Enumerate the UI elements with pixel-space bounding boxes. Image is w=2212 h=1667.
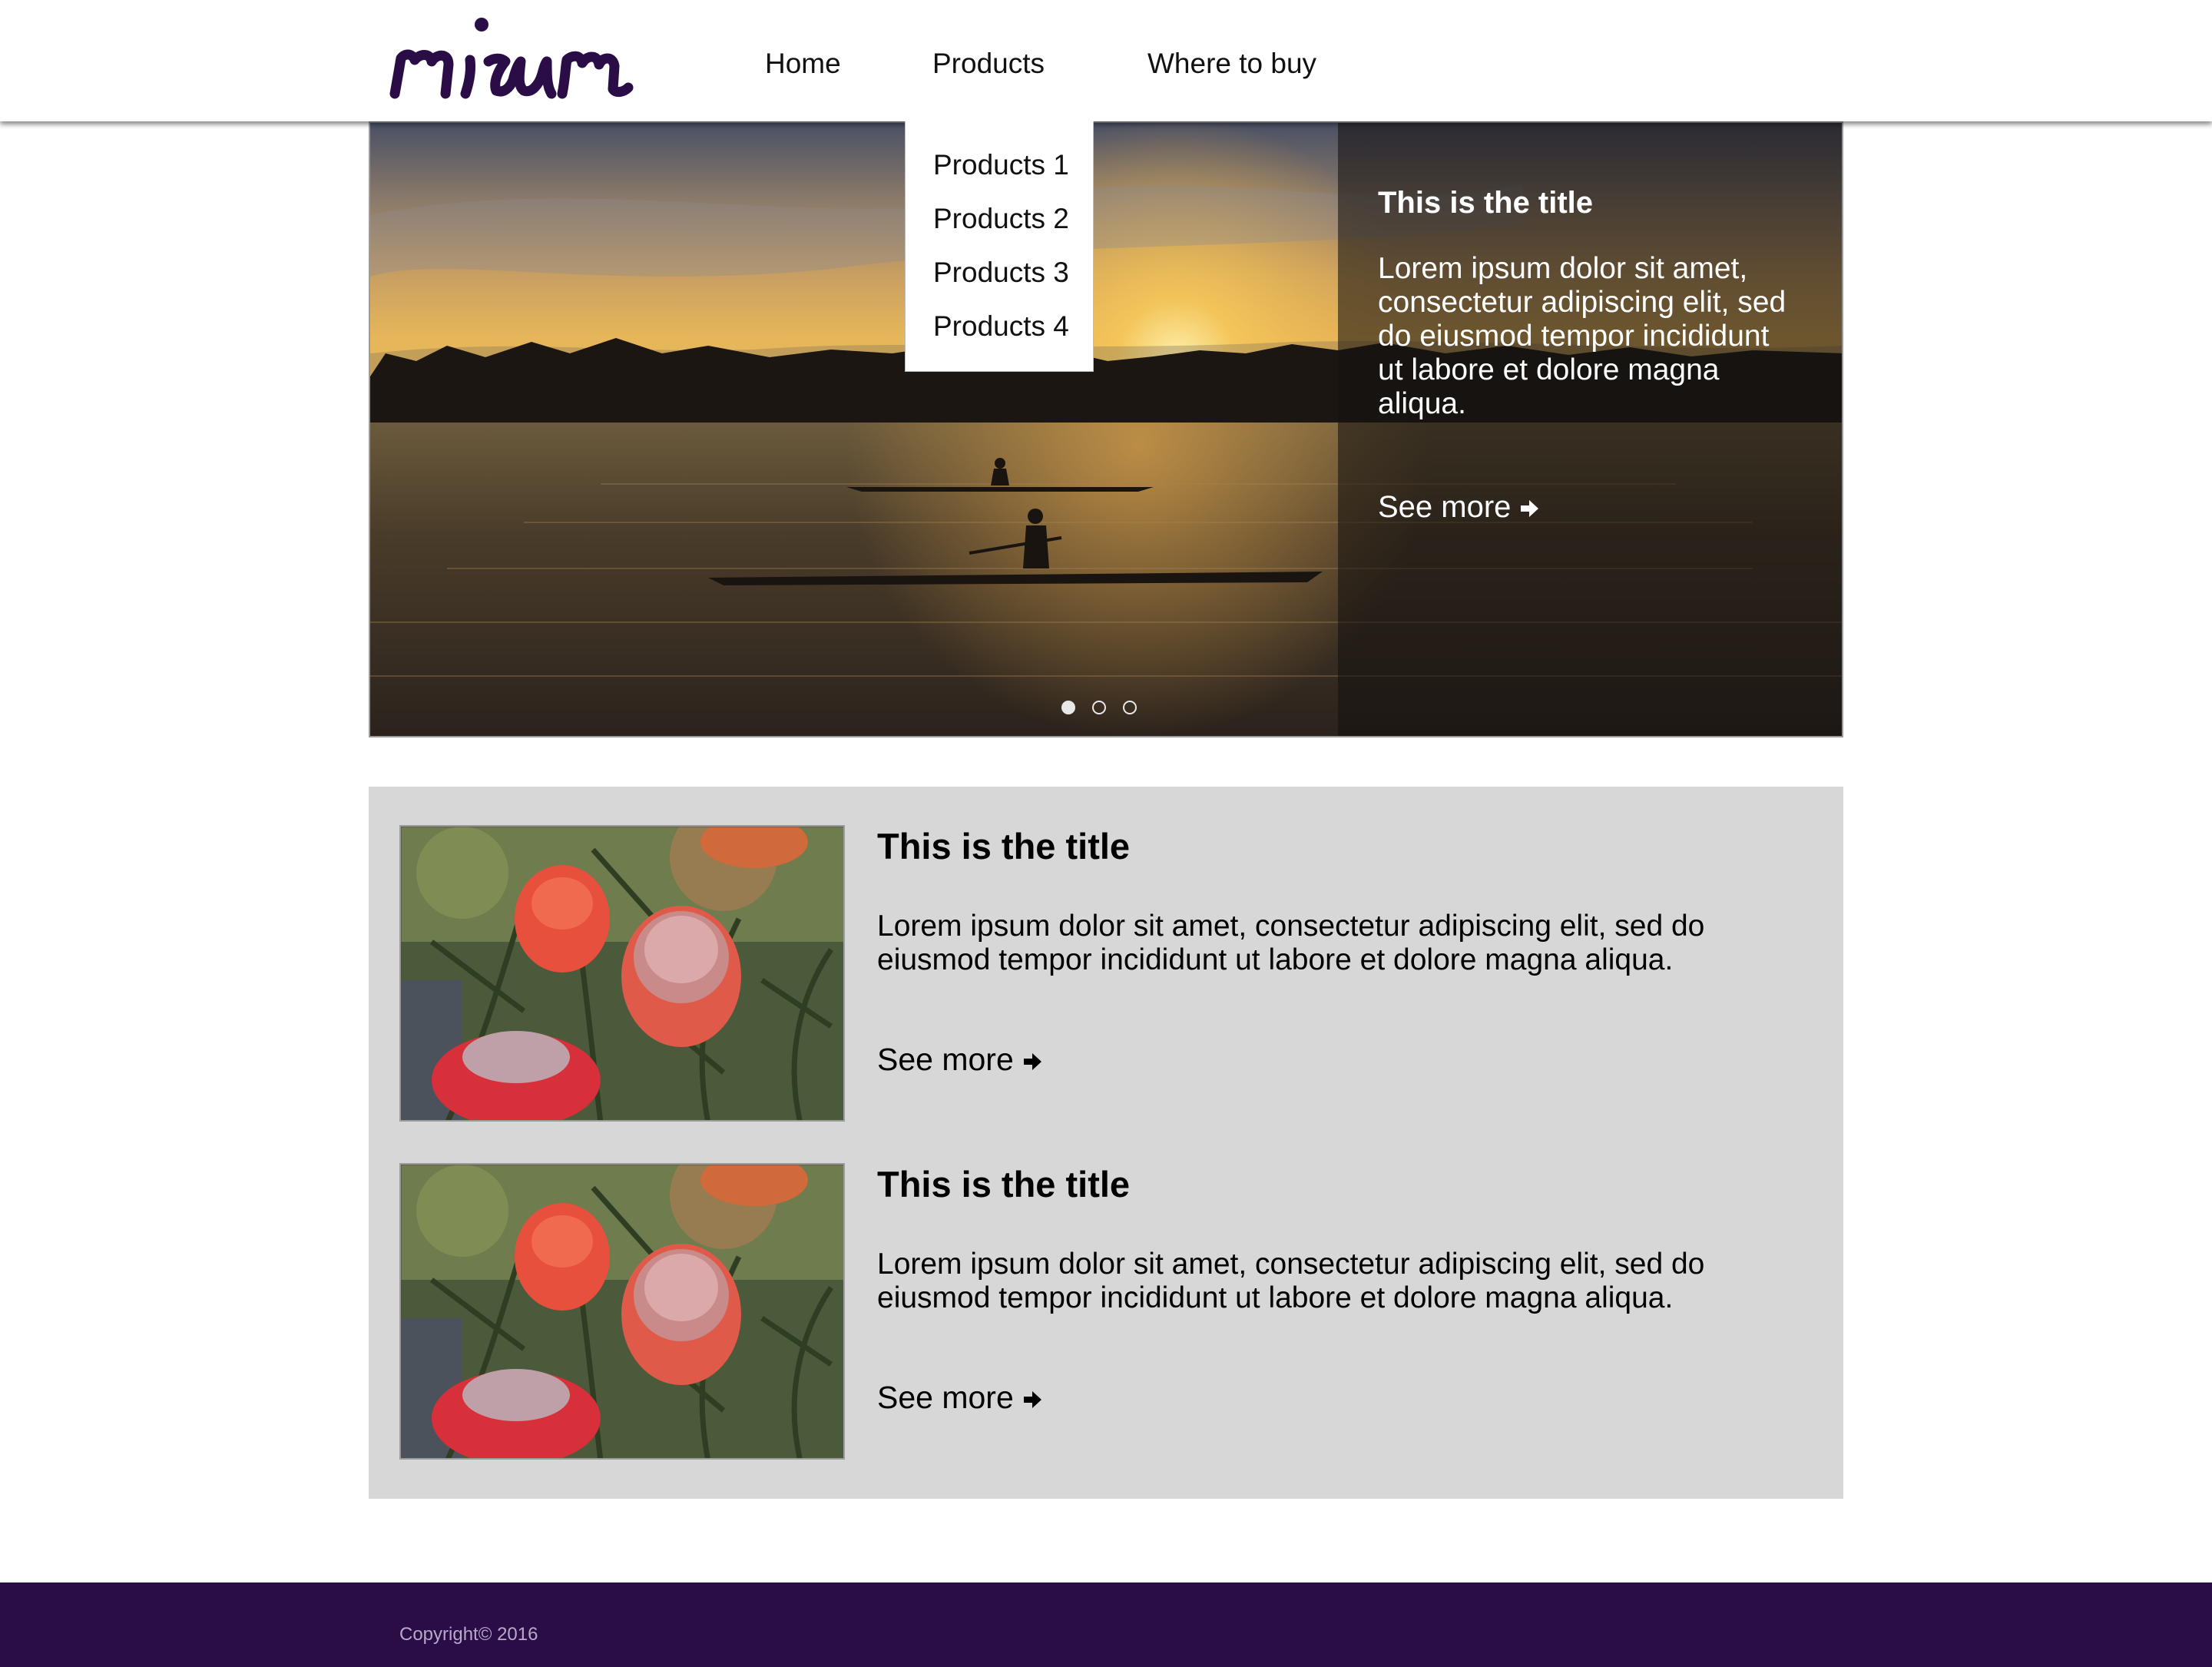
site-header: Home Products Where to buy <box>0 0 2212 121</box>
hero-see-more-label: See more <box>1378 490 1512 524</box>
hero-body-text: Lorem ipsum dolor sit amet, consectetur … <box>1378 252 1786 420</box>
protea-flower-image <box>401 1165 843 1458</box>
card-see-more-label: See more <box>877 1042 1014 1077</box>
arrow-right-icon <box>1023 1391 1041 1409</box>
content-card: This is the title Lorem ipsum dolor sit … <box>399 825 1813 1122</box>
products-dropdown-menu: Products 1 Products 2 Products 3 Product… <box>905 121 1094 372</box>
card-see-more-label: See more <box>877 1380 1014 1415</box>
card-title: This is the title <box>877 826 1131 867</box>
site-footer: Copyright© 2016 <box>0 1582 2212 1667</box>
hero-title: This is the title <box>1378 186 1594 220</box>
carousel-indicators <box>1061 701 1154 724</box>
card-image <box>399 825 845 1122</box>
dropdown-item-products-1[interactable]: Products 1 <box>933 149 1069 181</box>
content-cards-section: This is the title Lorem ipsum dolor sit … <box>369 787 1843 1499</box>
card-body-text: Lorem ipsum dolor sit amet, consectetur … <box>877 910 1705 976</box>
carousel-dot-3[interactable] <box>1123 701 1137 714</box>
dropdown-item-products-4[interactable]: Products 4 <box>933 310 1069 343</box>
protea-flower-image <box>401 827 843 1120</box>
nav-home[interactable]: Home <box>765 48 841 80</box>
arrow-right-icon <box>1521 500 1539 518</box>
hero-see-more-link[interactable]: See more <box>1378 490 1540 525</box>
hero-carousel: This is the title Lorem ipsum dolor sit … <box>369 121 1843 737</box>
card-body-text: Lorem ipsum dolor sit amet, consectetur … <box>877 1248 1705 1314</box>
nav-products[interactable]: Products <box>932 48 1045 80</box>
card-see-more-link[interactable]: See more <box>877 1380 1043 1416</box>
content-card: This is the title Lorem ipsum dolor sit … <box>399 1163 1813 1460</box>
card-title: This is the title <box>877 1164 1131 1205</box>
carousel-dot-2[interactable] <box>1092 701 1106 714</box>
card-image <box>399 1163 845 1460</box>
dropdown-item-products-2[interactable]: Products 2 <box>933 203 1069 235</box>
dropdown-item-products-3[interactable]: Products 3 <box>933 257 1069 289</box>
hero-text-panel: This is the title Lorem ipsum dolor sit … <box>1338 123 1842 736</box>
nav-where-to-buy[interactable]: Where to buy <box>1147 48 1316 80</box>
card-see-more-link[interactable]: See more <box>877 1042 1043 1078</box>
brand-logo[interactable] <box>389 14 642 108</box>
carousel-dot-1[interactable] <box>1061 701 1075 714</box>
copyright-text: Copyright© 2016 <box>399 1624 538 1645</box>
arrow-right-icon <box>1023 1053 1041 1071</box>
